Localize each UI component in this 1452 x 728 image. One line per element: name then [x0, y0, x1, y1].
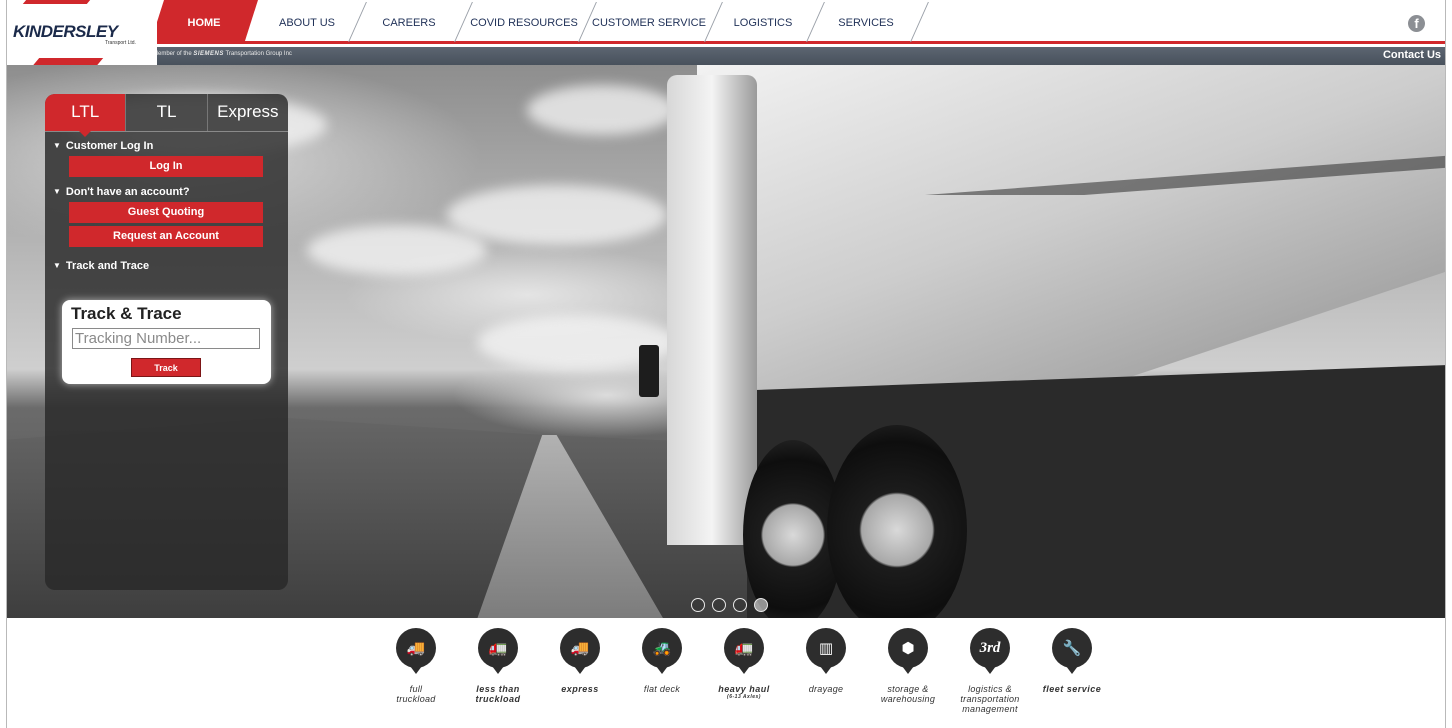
slider-dot-active[interactable] [754, 598, 768, 612]
slider-dots [691, 598, 768, 612]
service-drayage[interactable]: ▥ drayage [785, 628, 867, 714]
guest-quoting-button[interactable]: Guest Quoting [69, 202, 263, 223]
storage-warehousing-icon: ⬢ [888, 628, 928, 674]
member-bar: a Member of the SIEMENS Transportation G… [7, 47, 1445, 65]
truck-trailer [697, 65, 1445, 415]
service-label: flat deck [643, 684, 681, 694]
track-trace-heading: Track and Trace [65, 260, 150, 272]
member-text: a Member of the SIEMENS Transportation G… [148, 51, 292, 57]
track-trace-card: Track & Trace Track [62, 300, 271, 384]
service-label: storage & warehousing [880, 684, 936, 704]
service-label: heavy haul (6-13 Axles) [718, 684, 770, 700]
truck-mirror [639, 345, 659, 397]
caret-down-icon: ▼ [53, 261, 61, 270]
nav-services[interactable]: SERVICES [814, 0, 918, 44]
service-storage-warehousing[interactable]: ⬢ storage & warehousing [867, 628, 949, 714]
customer-login-heading: Customer Log In [65, 140, 154, 152]
service-less-than-truckload[interactable]: 🚛 less than truckload [457, 628, 539, 714]
drayage-icon: ▥ [806, 628, 846, 674]
nav-careers[interactable]: CAREERS [356, 0, 462, 44]
member-suffix: Transportation Group Inc [225, 51, 292, 57]
facebook-icon[interactable]: f [1408, 15, 1425, 32]
express-icon: 🚚 [560, 628, 600, 674]
nav-customer-service[interactable]: CUSTOMER SERVICE [586, 0, 712, 44]
caret-down-icon: ▼ [53, 141, 61, 150]
track-button[interactable]: Track [131, 358, 201, 377]
full-truckload-icon: 🚚 [396, 628, 436, 674]
logo-stripe-bottom [30, 58, 104, 65]
logo-stripe-top [22, 0, 96, 4]
truck-cab [667, 75, 757, 545]
track-trace-toggle[interactable]: ▼ Track and Trace [45, 256, 288, 276]
nav-home[interactable]: HOME [150, 0, 258, 44]
contact-us-link[interactable]: Contact Us [1383, 49, 1441, 61]
top-nav-bar: HOME ABOUT US CAREERS COVID RESOURCES CU… [7, 0, 1445, 44]
request-account-button[interactable]: Request an Account [69, 226, 263, 247]
service-flat-deck[interactable]: 🚜 flat deck [621, 628, 703, 714]
no-account-heading: Don't have an account? [65, 186, 190, 198]
slider-dot[interactable] [733, 598, 747, 612]
service-label: drayage [808, 684, 844, 694]
page-frame: HOME ABOUT US CAREERS COVID RESOURCES CU… [6, 0, 1446, 728]
fleet-service-wrench-icon: 🔧 [1052, 628, 1092, 674]
customer-login-toggle[interactable]: ▼ Customer Log In [45, 136, 288, 156]
cloud [527, 85, 677, 135]
service-label: full truckload [396, 684, 436, 704]
less-than-truckload-icon: 🚛 [478, 628, 518, 674]
cloud [447, 185, 667, 245]
logo-subtext: Transport Ltd. [105, 40, 136, 46]
logo-text: KINDERSLEY [13, 22, 118, 41]
service-label: express [561, 684, 599, 694]
caret-down-icon: ▼ [53, 187, 61, 196]
logistics-3rd-icon: 3rd [970, 628, 1010, 674]
flat-deck-icon: 🚜 [642, 628, 682, 674]
tab-tl[interactable]: TL [126, 94, 208, 131]
slider-dot[interactable] [712, 598, 726, 612]
no-account-toggle[interactable]: ▼ Don't have an account? [45, 182, 288, 202]
nav-covid-resources[interactable]: COVID RESOURCES [462, 0, 586, 44]
slider-dot[interactable] [691, 598, 705, 612]
service-label: logistics & transportation management [960, 684, 1020, 714]
service-logistics-transportation-management[interactable]: 3rd logistics & transportation management [949, 628, 1031, 714]
login-button[interactable]: Log In [69, 156, 263, 177]
heavy-haul-icon: 🚛 [724, 628, 764, 674]
service-express[interactable]: 🚚 express [539, 628, 621, 714]
main-nav: HOME ABOUT US CAREERS COVID RESOURCES CU… [150, 0, 918, 44]
track-card-title: Track & Trace [71, 304, 182, 323]
logo[interactable]: KINDERSLEY Transport Ltd. [7, 0, 157, 65]
cloud [307, 225, 487, 275]
tab-express[interactable]: Express [208, 94, 288, 131]
service-heavy-haul[interactable]: 🚛 heavy haul (6-13 Axles) [703, 628, 785, 714]
member-brand: SIEMENS [193, 51, 224, 57]
service-fleet-service[interactable]: 🔧 fleet service [1031, 628, 1113, 714]
service-label: fleet service [1042, 684, 1102, 694]
quote-login-panel: LTL TL Express ▼ Customer Log In Log In ▼… [45, 94, 288, 590]
nav-about-us[interactable]: ABOUT US [258, 0, 356, 44]
nav-logistics[interactable]: LOGISTICS [712, 0, 814, 44]
hero-slider: LTL TL Express ▼ Customer Log In Log In ▼… [7, 65, 1445, 618]
services-row: 🚚 full truckload 🚛 less than truckload 🚚 e… [375, 628, 1113, 714]
tab-ltl[interactable]: LTL [45, 94, 127, 137]
service-label: less than truckload [475, 684, 521, 704]
tracking-number-input[interactable] [72, 328, 260, 349]
heavy-haul-sublabel: (6-13 Axles) [727, 694, 761, 700]
service-full-truckload[interactable]: 🚚 full truckload [375, 628, 457, 714]
service-tabs: LTL TL Express [45, 94, 288, 137]
